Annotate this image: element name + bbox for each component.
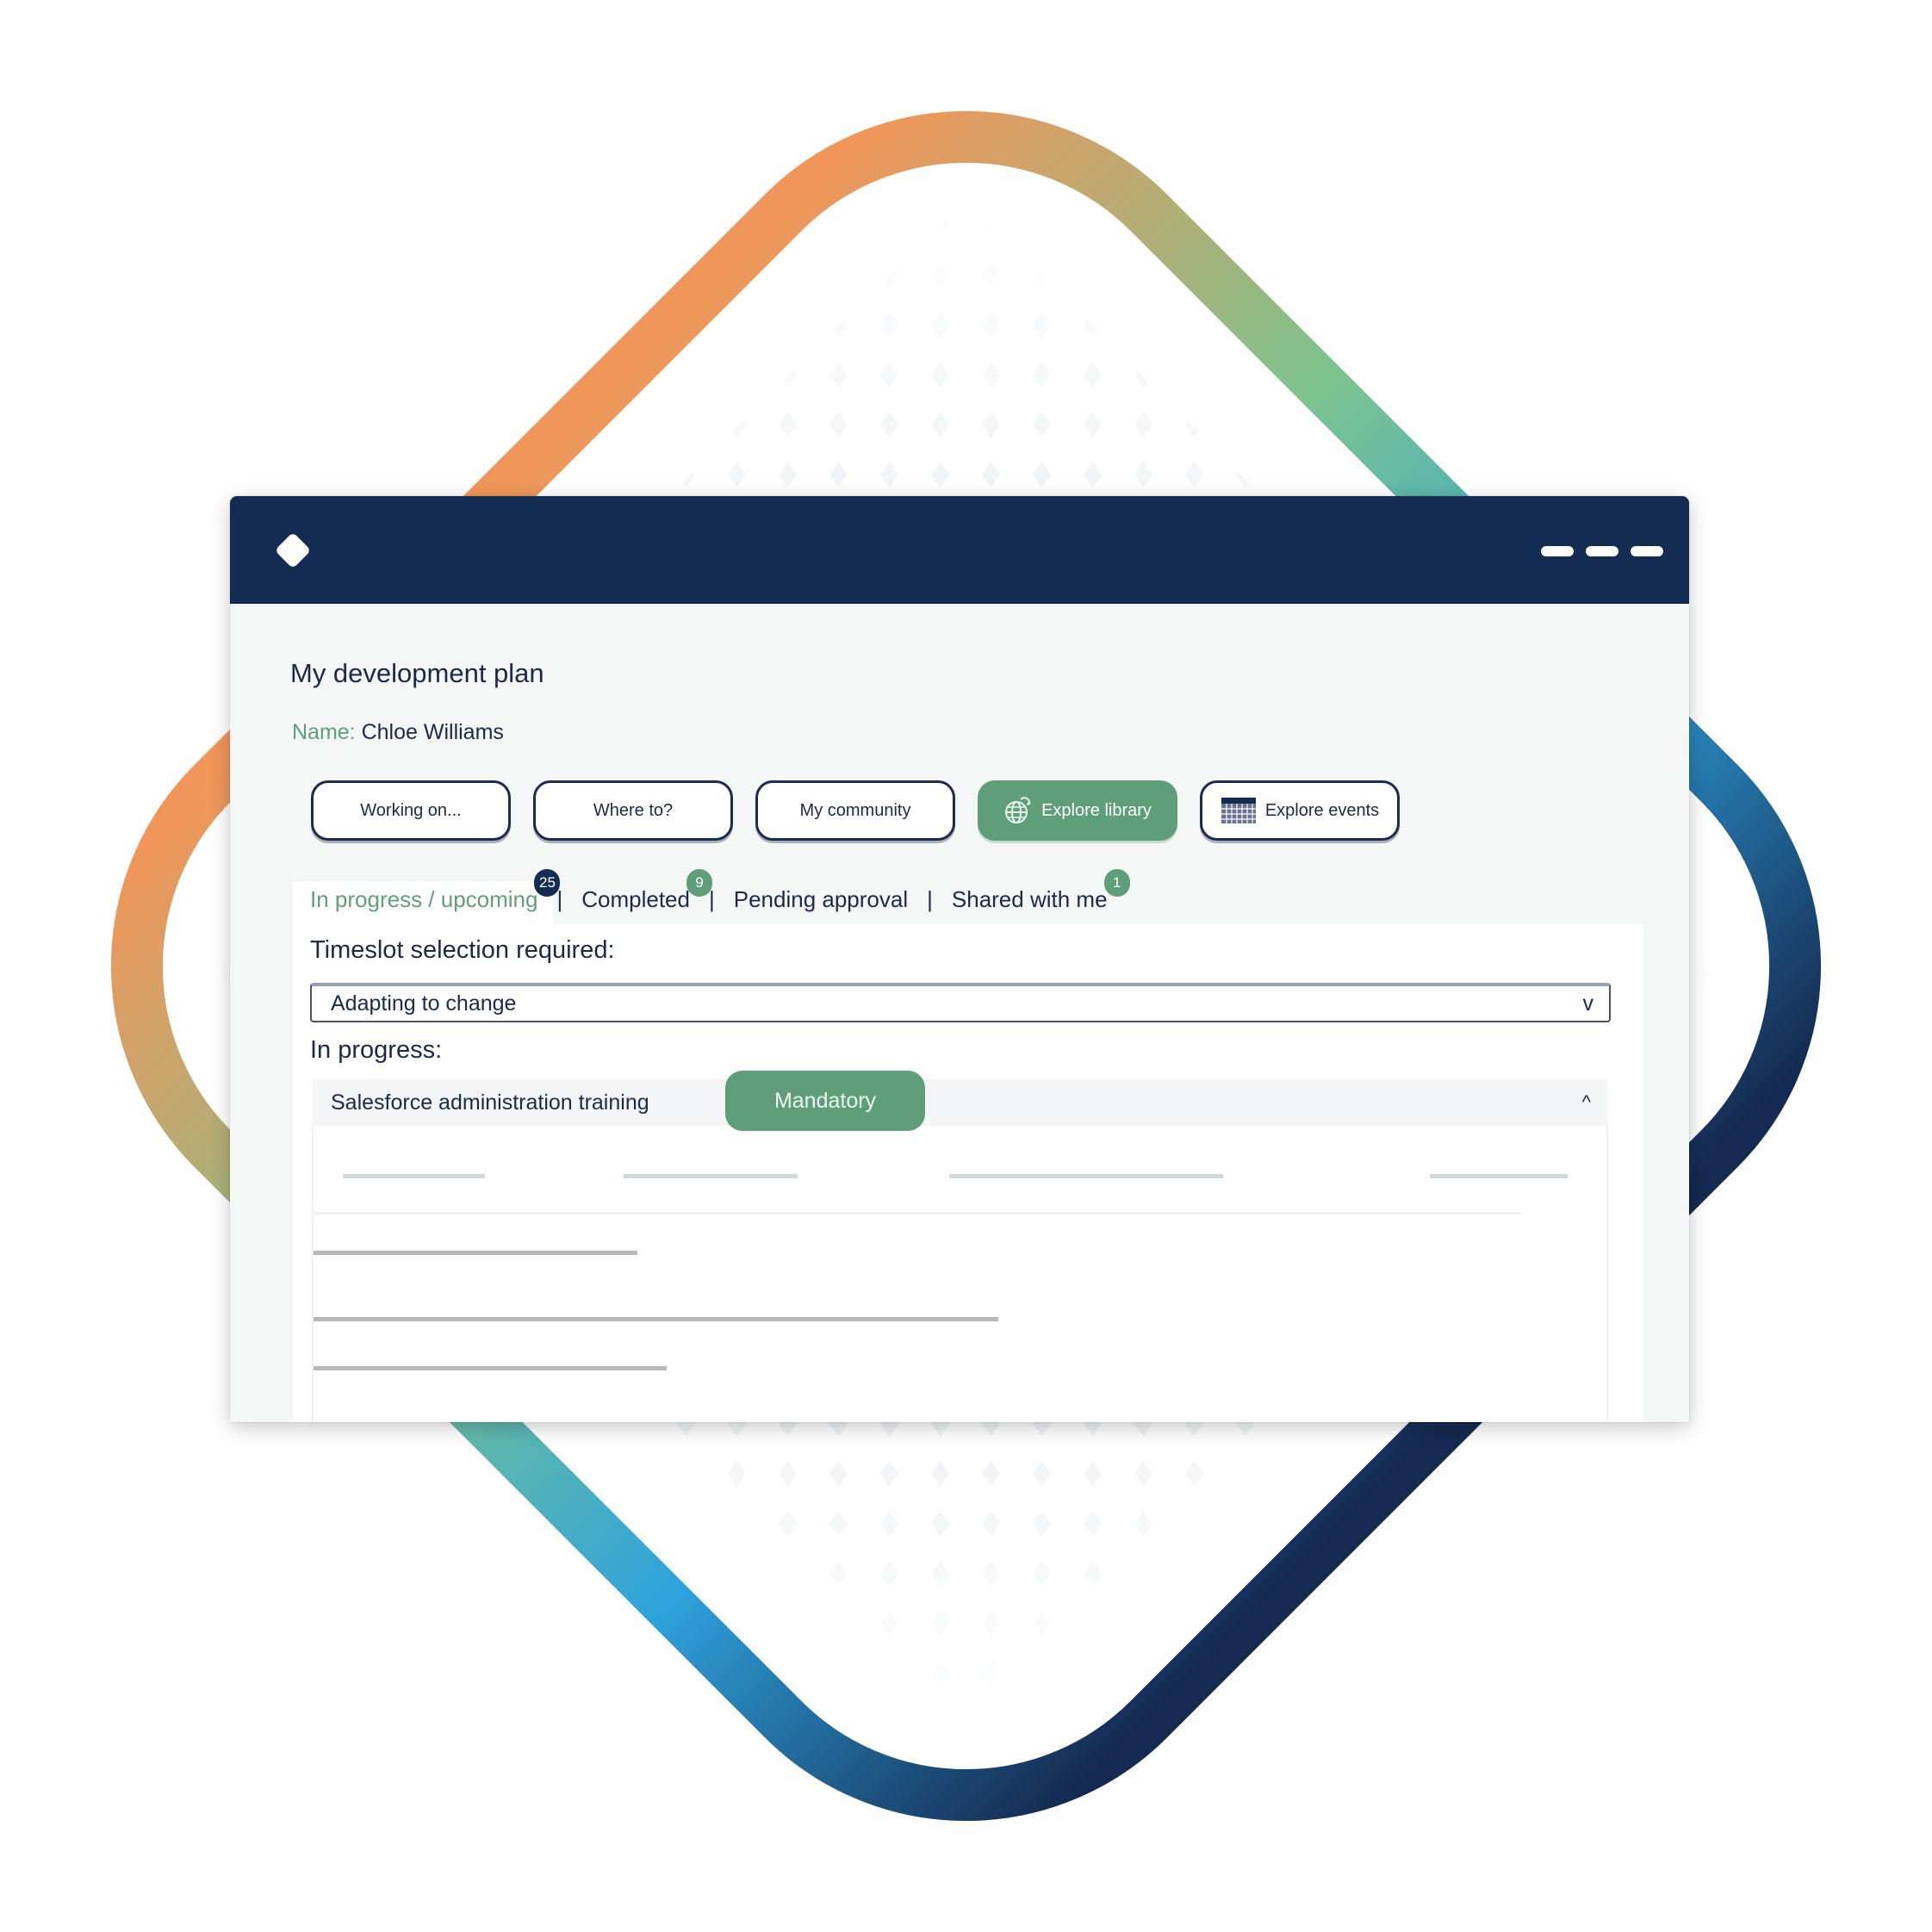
course-details-placeholder — [312, 1126, 1608, 1422]
working-on-label: Working on... — [360, 800, 462, 820]
course-title: Salesforce administration training — [331, 1090, 649, 1115]
user-name-row: Name: Chloe Williams — [292, 720, 504, 745]
working-on-button[interactable]: Working on... — [311, 780, 511, 841]
name-label: Name: — [292, 720, 356, 744]
timeslot-select[interactable]: Adapting to change v — [310, 983, 1611, 1022]
close-icon[interactable] — [1631, 546, 1663, 556]
tab-content-panel: Timeslot selection required: Adapting to… — [293, 924, 1643, 1422]
placeholder-column-header — [343, 1174, 485, 1178]
explore-library-label: Explore library — [1041, 800, 1152, 820]
name-value: Chloe Williams — [361, 720, 504, 744]
where-to-label: Where to? — [593, 800, 674, 820]
course-accordion-header[interactable]: Salesforce administration training Manda… — [312, 1071, 1608, 1131]
placeholder-line — [314, 1317, 998, 1321]
maximize-icon[interactable] — [1586, 546, 1618, 556]
tab-in-progress-upcoming[interactable]: In progress / upcoming 25 — [310, 869, 561, 913]
explore-library-button[interactable]: Explore library — [978, 780, 1177, 841]
timeslot-label: Timeslot selection required: — [310, 936, 615, 964]
title-bar — [230, 496, 1689, 604]
chevron-down-icon: v — [1582, 991, 1594, 1016]
window-controls — [1541, 546, 1663, 556]
tab-shared-with-me[interactable]: Shared with me 1 — [951, 869, 1130, 913]
tab-label: Pending approval — [733, 886, 909, 912]
tab-completed[interactable]: Completed 9 — [581, 869, 712, 913]
timeslot-selected-value: Adapting to change — [331, 991, 517, 1016]
tab-label: In progress / upcoming — [310, 886, 538, 912]
placeholder-column-header — [949, 1174, 1223, 1178]
my-community-label: My community — [799, 800, 911, 820]
placeholder-line — [314, 1366, 667, 1370]
calendar-icon — [1221, 798, 1256, 823]
status-tabs: In progress / upcoming 25 | Completed 9 … — [310, 869, 1130, 913]
tab-separator: | — [927, 886, 933, 912]
explore-events-label: Explore events — [1264, 800, 1380, 820]
minimize-icon[interactable] — [1541, 546, 1574, 556]
mandatory-badge: Mandatory — [725, 1071, 925, 1131]
my-community-button[interactable]: My community — [755, 780, 955, 841]
placeholder-divider — [314, 1212, 1521, 1214]
globe-icon — [1005, 797, 1031, 823]
where-to-button[interactable]: Where to? — [533, 780, 733, 841]
chevron-up-icon[interactable]: ^ — [1582, 1091, 1591, 1114]
placeholder-column-header — [1430, 1174, 1568, 1178]
tab-label: Shared with me — [951, 886, 1108, 912]
diamond-logo-icon[interactable] — [274, 531, 312, 569]
nav-button-row: Working on... Where to? My community Exp… — [311, 780, 1400, 841]
count-badge: 9 — [686, 869, 712, 897]
tab-pending-approval[interactable]: Pending approval — [734, 886, 908, 913]
count-badge: 1 — [1103, 869, 1130, 897]
page-title: My development plan — [290, 658, 544, 688]
explore-events-button[interactable]: Explore events — [1200, 780, 1400, 841]
placeholder-column-header — [624, 1174, 798, 1178]
in-progress-label: In progress: — [310, 1036, 443, 1064]
tab-label: Completed — [581, 886, 690, 912]
app-window: My development plan Name: Chloe Williams… — [230, 496, 1689, 1422]
count-badge: 25 — [534, 869, 561, 897]
placeholder-line — [314, 1251, 637, 1255]
